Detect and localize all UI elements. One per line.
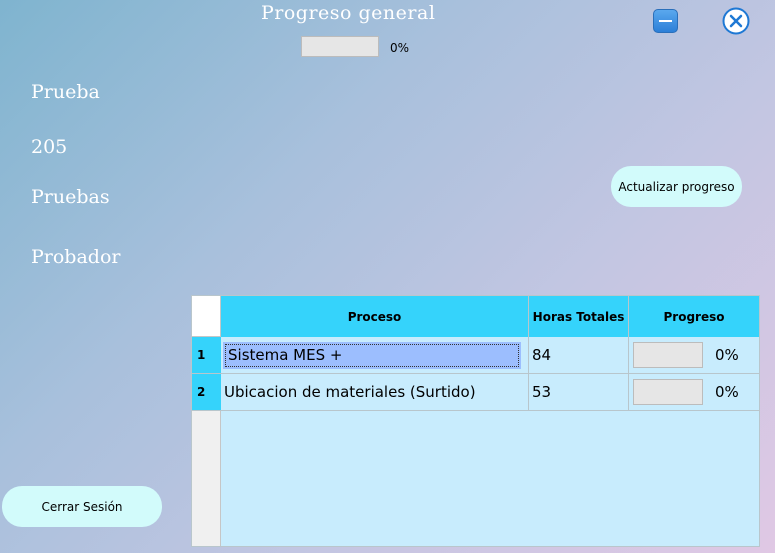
info-tester: Probador bbox=[31, 246, 121, 268]
row-progress-label: 0% bbox=[715, 383, 739, 401]
close-icon bbox=[722, 7, 750, 35]
page-title: Progreso general bbox=[261, 2, 436, 24]
row-progress-bar bbox=[633, 379, 703, 405]
table-cell-proceso[interactable]: Sistema MES + bbox=[221, 337, 529, 374]
row-progress-label: 0% bbox=[715, 346, 739, 364]
close-button[interactable] bbox=[722, 7, 750, 35]
overall-progress-bar bbox=[301, 36, 379, 57]
info-test-number: 205 bbox=[31, 136, 68, 158]
info-test-type: Pruebas bbox=[31, 186, 110, 208]
column-header-proceso[interactable]: Proceso bbox=[221, 296, 529, 337]
table-corner bbox=[192, 296, 221, 337]
table-cell-horas[interactable]: 53 bbox=[529, 374, 629, 411]
row-header[interactable]: 1 bbox=[192, 337, 221, 374]
info-test-name: Prueba bbox=[31, 81, 100, 103]
column-header-horas[interactable]: Horas Totales bbox=[529, 296, 629, 337]
table-cell-progreso[interactable]: 0% bbox=[629, 337, 759, 374]
row-header[interactable]: 2 bbox=[192, 374, 221, 411]
minimize-button[interactable] bbox=[653, 9, 678, 33]
update-progress-button[interactable]: Actualizar progreso bbox=[611, 166, 742, 207]
process-table[interactable]: Proceso Horas Totales Progreso 1 Sistema… bbox=[191, 295, 760, 547]
column-header-progreso[interactable]: Progreso bbox=[629, 296, 759, 337]
selected-cell[interactable]: Sistema MES + bbox=[223, 341, 521, 369]
logout-button[interactable]: Cerrar Sesión bbox=[2, 486, 162, 527]
overall-progress-label: 0% bbox=[390, 41, 410, 55]
table-cell-horas[interactable]: 84 bbox=[529, 337, 629, 374]
table-cell-proceso[interactable]: Ubicacion de materiales (Surtido) bbox=[221, 374, 529, 411]
row-progress-bar bbox=[633, 342, 703, 368]
table-cell-progreso[interactable]: 0% bbox=[629, 374, 759, 411]
